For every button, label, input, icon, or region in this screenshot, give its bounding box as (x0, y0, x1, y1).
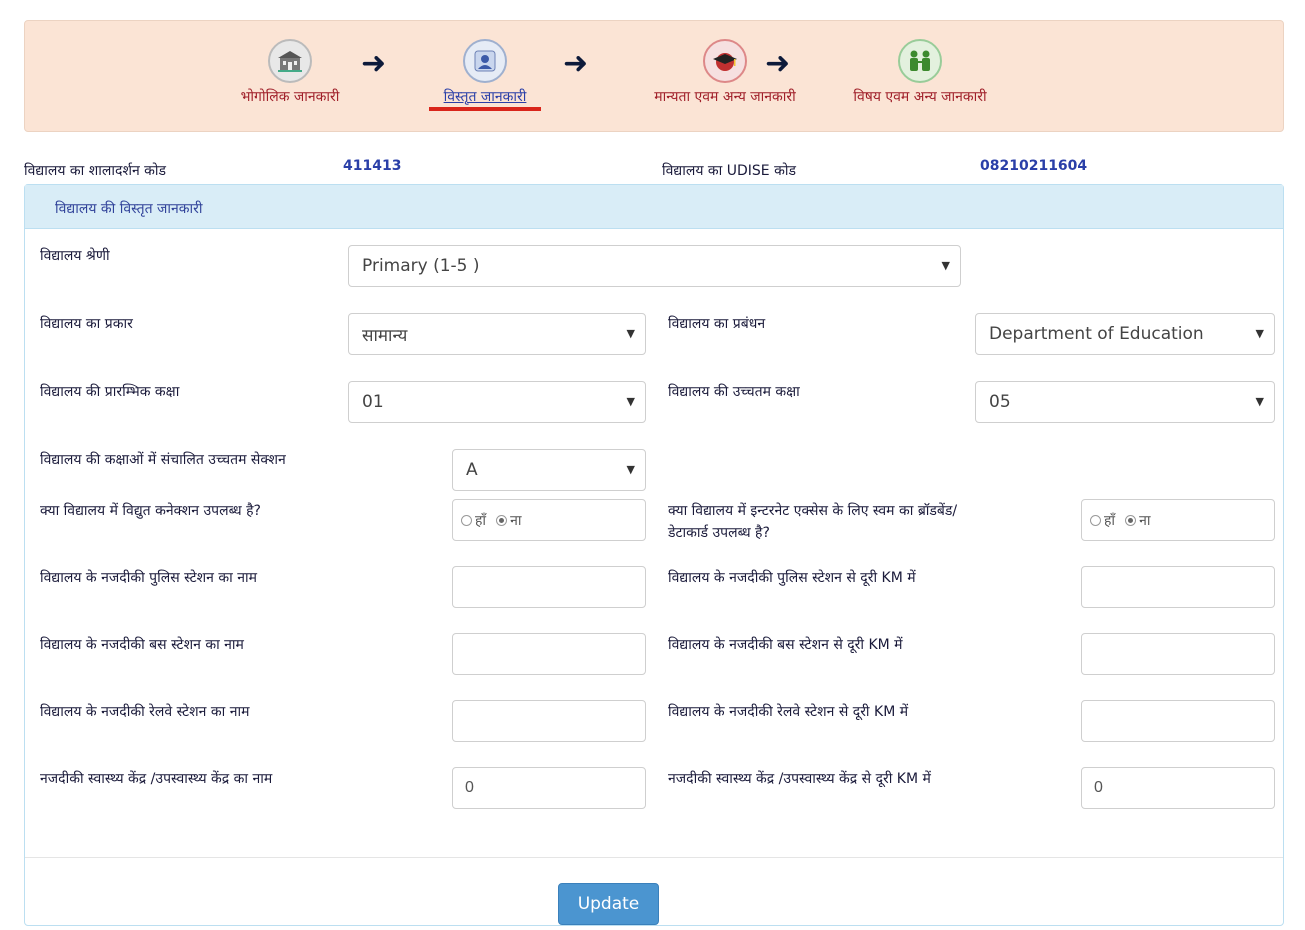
bus-station-name-input[interactable] (452, 633, 646, 675)
radio-yes-label: हाँ (1104, 512, 1116, 529)
police-station-name-input[interactable] (452, 566, 646, 608)
internet-label-line1: क्या विद्यालय में इन्टरनेट एक्सेस के लिए… (668, 503, 958, 519)
police-station-name-label: विद्यालय के नजदीकी पुलिस स्टेशन का नाम (40, 570, 257, 586)
rail-station-name-input[interactable] (452, 700, 646, 742)
highest-section-label: विद्यालय की कक्षाओं में संचालित उच्चतम स… (40, 452, 286, 468)
electricity-radio-group: हाँ ना (452, 499, 646, 541)
active-step-underline (429, 107, 541, 111)
step-label: विषय एवम अन्य जानकारी (853, 89, 987, 105)
user-profile-icon (463, 39, 507, 83)
health-center-name-label: नजदीकी स्वास्थ्य केंद्र /उपस्वास्थ्य कें… (40, 771, 273, 787)
step-label-active: विस्तृत जानकारी (443, 89, 527, 105)
electricity-yes-radio[interactable] (461, 514, 472, 526)
bus-station-distance-label: विद्यालय के नजदीकी बस स्टेशन से दूरी KM … (668, 637, 903, 653)
bus-station-name-label: विद्यालय के नजदीकी बस स्टेशन का नाम (40, 637, 244, 653)
step-geographic[interactable]: भोगोलिक जानकारी (225, 39, 355, 106)
internet-yes-radio[interactable] (1090, 514, 1101, 526)
highest-class-select[interactable]: 05 ▼ (975, 381, 1275, 423)
electricity-no-radio[interactable] (496, 514, 508, 526)
chevron-down-icon: ▼ (1255, 327, 1264, 340)
internet-label-line2: डेटाकार्ड उपलब्ध है? (668, 525, 770, 542)
footer-divider (25, 857, 1283, 858)
school-building-icon (268, 39, 312, 83)
internet-radio-group: हाँ ना (1081, 499, 1275, 541)
health-center-distance-input[interactable] (1081, 767, 1275, 809)
highest-class-label: विद्यालय की उच्चतम कक्षा (668, 384, 800, 400)
shaladarpan-code-value: 411413 (343, 158, 402, 174)
wizard-steps: भोगोलिक जानकारी ➜ विस्तृत जानकारी ➜ मान्… (24, 20, 1284, 132)
radio-yes-label: हाँ (475, 512, 487, 529)
police-station-distance-label: विद्यालय के नजदीकी पुलिस स्टेशन से दूरी … (668, 570, 916, 586)
step-detailed[interactable]: विस्तृत जानकारी (425, 39, 545, 111)
health-center-distance-label: नजदीकी स्वास्थ्य केंद्र /उपस्वास्थ्य कें… (668, 771, 931, 787)
health-center-name-input[interactable] (452, 767, 646, 809)
school-details-panel: विद्यालय की विस्तृत जानकारी विद्यालय श्र… (24, 184, 1284, 926)
type-label: विद्यालय का प्रकार (40, 316, 133, 332)
management-select[interactable]: Department of Education ▼ (975, 313, 1275, 355)
chevron-down-icon: ▼ (626, 327, 635, 340)
arrow-right-icon: ➜ (765, 46, 791, 81)
chevron-down-icon: ▼ (626, 395, 635, 408)
type-select[interactable]: सामान्य ▼ (348, 313, 646, 355)
udise-code-value: 08210211604 (980, 158, 1088, 174)
type-select-value: सामान्य (362, 325, 408, 346)
category-select[interactable]: Primary (1-5 ) ▼ (348, 245, 961, 287)
rail-station-name-label: विद्यालय के नजदीकी रेलवे स्टेशन का नाम (40, 704, 250, 720)
lowest-class-label: विद्यालय की प्रारम्भिक कक्षा (40, 384, 180, 400)
shaladarpan-code-label: विद्यालय का शालादर्शन कोड (24, 163, 167, 179)
police-station-distance-input[interactable] (1081, 566, 1275, 608)
rail-station-distance-input[interactable] (1081, 700, 1275, 742)
lowest-class-value: 01 (362, 392, 384, 412)
step-recognition[interactable]: मान्यता एवम अन्य जानकारी (625, 39, 825, 106)
chevron-down-icon: ▼ (941, 259, 950, 272)
rail-station-distance-label: विद्यालय के नजदीकी रेलवे स्टेशन से दूरी … (668, 704, 909, 720)
radio-no-label: ना (1139, 512, 1151, 529)
management-label: विद्यालय का प्रबंधन (668, 316, 766, 332)
arrow-right-icon: ➜ (563, 46, 589, 81)
highest-class-value: 05 (989, 392, 1011, 412)
chevron-down-icon: ▼ (626, 463, 635, 476)
update-button[interactable]: Update (558, 883, 659, 925)
highest-section-value: A (466, 460, 478, 480)
graduation-cap-icon (703, 39, 747, 83)
people-icon (898, 39, 942, 83)
chevron-down-icon: ▼ (1255, 395, 1264, 408)
step-label: मान्यता एवम अन्य जानकारी (654, 89, 796, 105)
highest-section-select[interactable]: A ▼ (452, 449, 646, 491)
category-select-value: Primary (1-5 ) (362, 256, 480, 276)
internet-no-radio[interactable] (1125, 514, 1137, 526)
radio-no-label: ना (510, 512, 522, 529)
category-label: विद्यालय श्रेणी (40, 248, 110, 264)
electricity-label: क्या विद्यालय में विद्युत कनेक्शन उपलब्ध… (40, 503, 261, 519)
step-subjects[interactable]: विषय एवम अन्य जानकारी (825, 39, 1015, 106)
bus-station-distance-input[interactable] (1081, 633, 1275, 675)
management-select-value: Department of Education (989, 324, 1204, 344)
panel-heading: विद्यालय की विस्तृत जानकारी (25, 185, 1283, 229)
lowest-class-select[interactable]: 01 ▼ (348, 381, 646, 423)
internet-label: क्या विद्यालय में इन्टरनेट एक्सेस के लिए… (668, 500, 957, 545)
arrow-right-icon: ➜ (361, 46, 387, 81)
udise-code-label: विद्यालय का UDISE कोड (662, 163, 796, 179)
step-label: भोगोलिक जानकारी (240, 89, 340, 105)
